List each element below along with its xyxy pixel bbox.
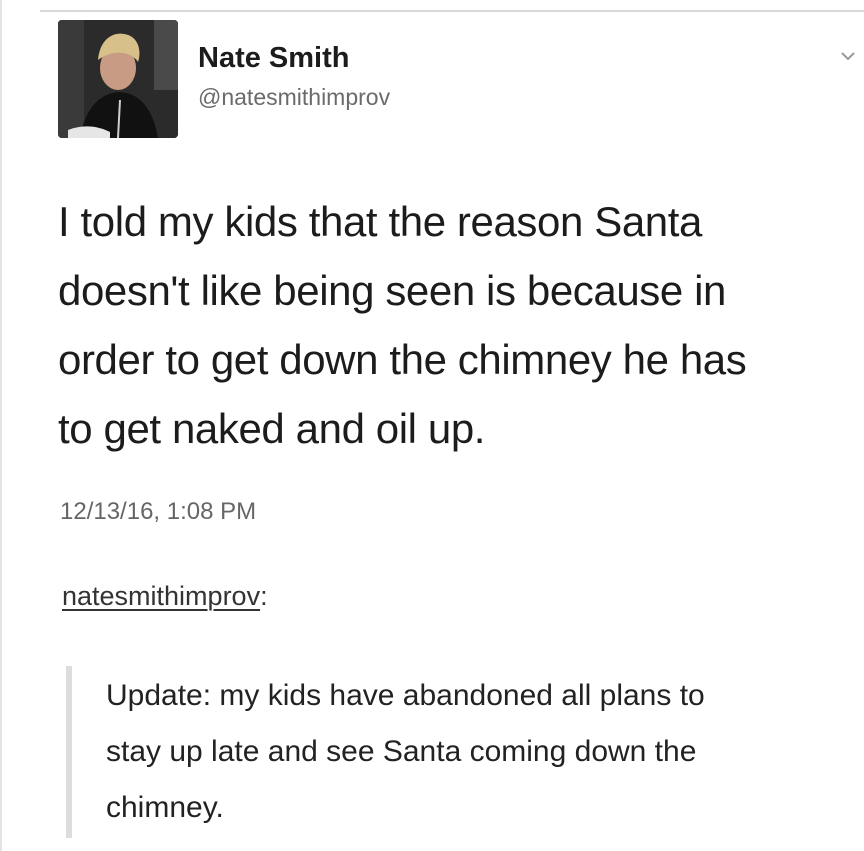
- tweet-text-line: I told my kids that the reason Santa: [58, 198, 702, 245]
- avatar[interactable]: [58, 20, 178, 138]
- quote-text-line: Update: my kids have abandoned all plans…: [106, 679, 705, 712]
- reblogger-username-link[interactable]: natesmithimprov: [62, 581, 260, 611]
- avatar-photo-icon: [58, 20, 178, 138]
- embedded-tweet-card: Nate Smith @natesmithimprov I told my ki…: [0, 0, 864, 560]
- quote-text-line: stay up late and see Santa coming down t…: [106, 735, 697, 768]
- quote-text-line: chimney.: [106, 791, 224, 824]
- tweet-text-line: to get naked and oil up.: [58, 405, 486, 452]
- reblog-quote: Update: my kids have abandoned all plans…: [106, 668, 846, 836]
- tweet-text-line: doesn't like being seen is because in: [58, 267, 727, 314]
- user-handle[interactable]: @natesmithimprov: [198, 84, 390, 111]
- tweet-text-line: order to get down the chimney he has: [58, 336, 747, 383]
- reblog-header: natesmithimprov:: [62, 581, 268, 612]
- chevron-down-icon[interactable]: [836, 44, 860, 68]
- display-name[interactable]: Nate Smith: [198, 42, 349, 75]
- tweet-timestamp[interactable]: 12/13/16, 1:08 PM: [60, 498, 256, 526]
- tweet-text: I told my kids that the reason Santa doe…: [58, 187, 848, 463]
- quote-bar: [66, 666, 72, 838]
- reblog-separator: :: [260, 581, 268, 611]
